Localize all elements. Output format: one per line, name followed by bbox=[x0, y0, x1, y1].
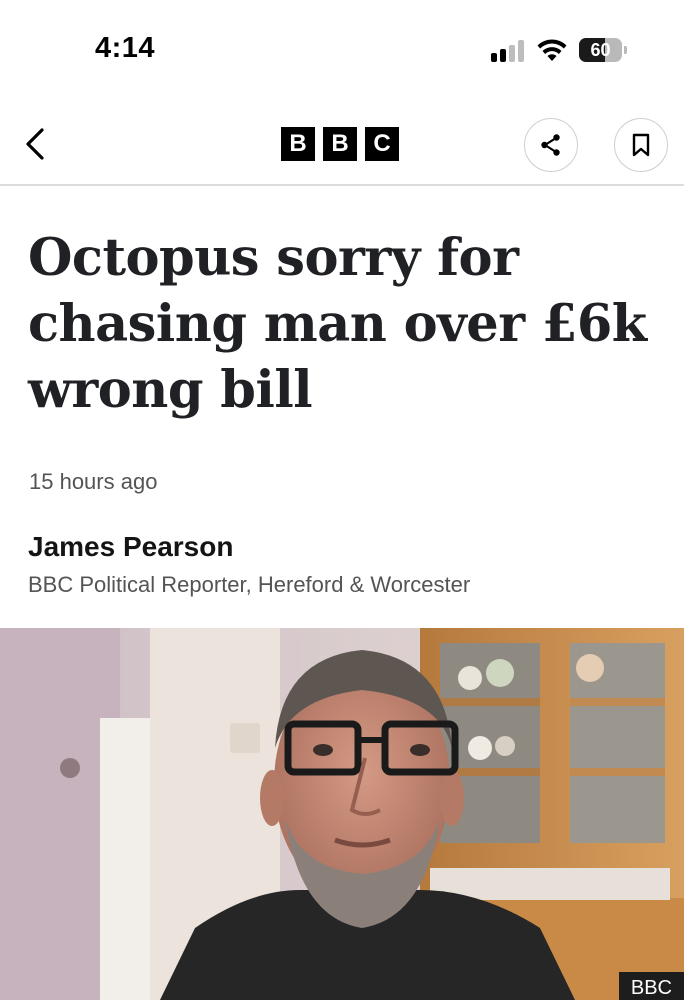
logo-letter: C bbox=[365, 127, 399, 161]
share-icon bbox=[541, 134, 560, 156]
article-headline: Octopus sorry for chasing man over £6k w… bbox=[28, 225, 668, 423]
battery-icon: 60 bbox=[579, 38, 627, 62]
logo-letter: B bbox=[323, 127, 357, 161]
battery-level: 60 bbox=[590, 40, 611, 60]
bookmark-button[interactable] bbox=[614, 118, 668, 172]
wifi-icon bbox=[536, 37, 568, 63]
chevron-left-icon bbox=[26, 128, 44, 160]
status-time: 4:14 bbox=[95, 32, 156, 64]
status-bar: 4:14 60 bbox=[0, 0, 684, 100]
bookmark-icon bbox=[632, 133, 650, 157]
bbc-logo[interactable]: B B C bbox=[281, 127, 399, 161]
photo-credit: BBC bbox=[618, 972, 684, 1000]
cellular-signal-icon bbox=[491, 40, 525, 62]
article-timestamp: 15 hours ago bbox=[29, 469, 158, 494]
article-photo[interactable]: BBC bbox=[0, 628, 684, 1000]
nav-header: B B C bbox=[0, 100, 684, 186]
headline-line: Octopus sorry for bbox=[28, 228, 519, 288]
back-button[interactable] bbox=[18, 124, 54, 164]
author-role: BBC Political Reporter, Hereford & Worce… bbox=[28, 572, 471, 597]
logo-letter: B bbox=[281, 127, 315, 161]
author-name: James Pearson bbox=[28, 531, 234, 562]
share-button[interactable] bbox=[524, 118, 578, 172]
portrait-photo bbox=[0, 628, 684, 1000]
headline-line: chasing man over £6k bbox=[28, 294, 647, 354]
headline-line: wrong bill bbox=[28, 360, 313, 420]
